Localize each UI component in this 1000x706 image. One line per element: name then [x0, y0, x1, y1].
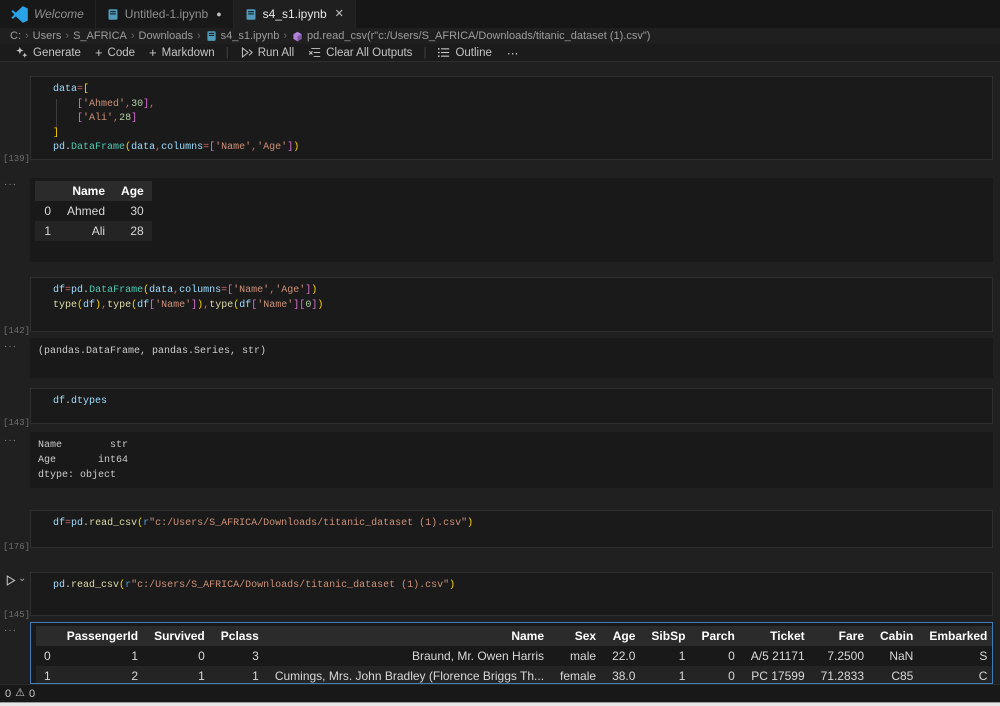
- vscode-logo-icon: [11, 6, 28, 23]
- list-outline-icon: [437, 46, 450, 59]
- tab-label: Welcome: [34, 7, 84, 21]
- breadcrumb-symbol[interactable]: pd.read_csv(r"c:/Users/S_AFRICA/Download…: [306, 30, 651, 42]
- problems-counter[interactable]: 0 ⚠ 0: [5, 688, 35, 700]
- notebook-file-icon: [206, 30, 217, 42]
- breadcrumb-notebook-file[interactable]: s4_s1.ipynb: [220, 30, 281, 42]
- tab-label: s4_s1.ipynb: [263, 7, 327, 21]
- text-output: (pandas.DataFrame, pandas.Series, str): [30, 338, 993, 359]
- chevron-right-icon: ›: [22, 30, 32, 42]
- add-code-cell-button[interactable]: + Code: [88, 46, 142, 59]
- play-icon: [4, 574, 17, 587]
- warning-icon: ⚠: [15, 688, 25, 699]
- more-actions-icon[interactable]: ⋯: [499, 46, 528, 60]
- table-row: 0103Braund, Mr. Owen Harrismale22.010A/5…: [36, 646, 993, 666]
- execution-count: [143]: [3, 418, 30, 428]
- execution-count: [145]: [3, 610, 30, 620]
- breadcrumb-downloads[interactable]: Downloads: [138, 30, 194, 42]
- code-editor[interactable]: df=pd.read_csv(r"c:/Users/S_AFRICA/Downl…: [31, 511, 992, 532]
- code-cell-1[interactable]: data=[ ['Ahmed',30], ['Ali',28] ] pd.Dat…: [30, 76, 993, 160]
- status-bar: 0 ⚠ 0: [0, 684, 1000, 702]
- notebook-toolbar: Generate + Code + Markdown | Run All Cle…: [0, 44, 1000, 62]
- tab-welcome[interactable]: Welcome: [0, 0, 96, 28]
- tab-label: Untitled-1.ipynb: [125, 7, 208, 21]
- code-cell-4[interactable]: df=pd.read_csv(r"c:/Users/S_AFRICA/Downl…: [30, 510, 993, 548]
- output-gutter-menu-icon[interactable]: ···: [4, 626, 17, 636]
- toolbar-divider: |: [222, 47, 233, 59]
- notebook-file-icon: [245, 8, 257, 21]
- plus-icon: +: [149, 46, 157, 59]
- chevron-right-icon: ›: [280, 30, 290, 42]
- dataframe-table: PassengerIdSurvivedPclassNameSexAgeSibSp…: [36, 626, 993, 684]
- table-header-row: PassengerIdSurvivedPclassNameSexAgeSibSp…: [36, 626, 993, 646]
- code-cell-5[interactable]: pd.read_csv(r"c:/Users/S_AFRICA/Download…: [30, 572, 993, 616]
- table-row: 1Ali28: [35, 221, 152, 241]
- symbol-method-icon: [292, 31, 303, 42]
- tab-untitled-1[interactable]: Untitled-1.ipynb ●: [96, 0, 234, 28]
- code-cell-2[interactable]: df=pd.DataFrame(data,columns=['Name','Ag…: [30, 277, 993, 332]
- code-editor[interactable]: pd.read_csv(r"c:/Users/S_AFRICA/Download…: [31, 573, 992, 594]
- add-markdown-cell-button[interactable]: + Markdown: [142, 46, 222, 59]
- toolbar-divider: |: [419, 47, 430, 59]
- errors-count: 0: [5, 688, 11, 700]
- clear-all-outputs-button[interactable]: Clear All Outputs: [301, 46, 419, 59]
- tab-bar: Welcome Untitled-1.ipynb ● s4_s1.ipynb ✕: [0, 0, 1000, 28]
- output-gutter-menu-icon[interactable]: ···: [4, 180, 17, 190]
- notebook-editor: data=[ ['Ahmed',30], ['Ali',28] ] pd.Dat…: [0, 62, 1000, 684]
- cell-output-2: (pandas.DataFrame, pandas.Series, str): [30, 338, 993, 378]
- execution-count: [142]: [3, 326, 30, 336]
- run-all-icon: [240, 46, 253, 59]
- run-cell-button[interactable]: ⌄: [4, 574, 26, 587]
- generate-button[interactable]: Generate: [8, 46, 88, 59]
- table-row: 0Ahmed30: [35, 201, 152, 221]
- breadcrumb-users[interactable]: Users: [32, 30, 63, 42]
- plus-icon: +: [95, 46, 103, 59]
- chevron-right-icon: ›: [128, 30, 138, 42]
- bottom-strip: [0, 702, 1000, 706]
- code-editor[interactable]: df=pd.DataFrame(data,columns=['Name','Ag…: [31, 278, 992, 313]
- notebook-file-icon: [107, 8, 119, 21]
- chevron-down-icon[interactable]: ⌄: [18, 574, 26, 584]
- chevron-right-icon: ›: [62, 30, 72, 42]
- outline-button[interactable]: Outline: [430, 46, 498, 59]
- breadcrumb-drive[interactable]: C:: [9, 30, 22, 42]
- output-gutter-menu-icon[interactable]: ···: [4, 342, 17, 352]
- indent-guide: [56, 99, 57, 127]
- sparkle-icon: [15, 46, 28, 59]
- table-header-row: NameAge: [35, 181, 152, 201]
- table-row: 1211Cumings, Mrs. John Bradley (Florence…: [36, 666, 993, 684]
- execution-count: [139]: [3, 154, 30, 164]
- execution-count: [176]: [3, 542, 30, 552]
- unsaved-dot-icon: ●: [216, 10, 221, 19]
- close-tab-icon[interactable]: ✕: [335, 9, 344, 20]
- cell-output-3: Name str Age int64 dtype: object: [30, 432, 993, 488]
- clear-all-icon: [308, 46, 321, 59]
- breadcrumb: C: › Users › S_AFRICA › Downloads › s4_s…: [0, 28, 1000, 44]
- tab-s4-s1[interactable]: s4_s1.ipynb ✕: [234, 0, 356, 28]
- cell-output-5: PassengerIdSurvivedPclassNameSexAgeSibSp…: [30, 622, 993, 684]
- run-all-button[interactable]: Run All: [233, 46, 301, 59]
- dataframe-table: NameAge0Ahmed301Ali28: [35, 181, 152, 241]
- warnings-count: 0: [29, 688, 35, 700]
- code-editor[interactable]: data=[ ['Ahmed',30], ['Ali',28] ] pd.Dat…: [31, 77, 992, 156]
- chevron-right-icon: ›: [194, 30, 204, 42]
- code-editor[interactable]: df.dtypes: [31, 389, 992, 410]
- text-output: Name str Age int64 dtype: object: [30, 432, 993, 483]
- output-gutter-menu-icon[interactable]: ···: [4, 436, 17, 446]
- breadcrumb-s-africa[interactable]: S_AFRICA: [72, 30, 128, 42]
- cell-output-1: NameAge0Ahmed301Ali28: [30, 178, 993, 262]
- code-cell-3[interactable]: df.dtypes: [30, 388, 993, 424]
